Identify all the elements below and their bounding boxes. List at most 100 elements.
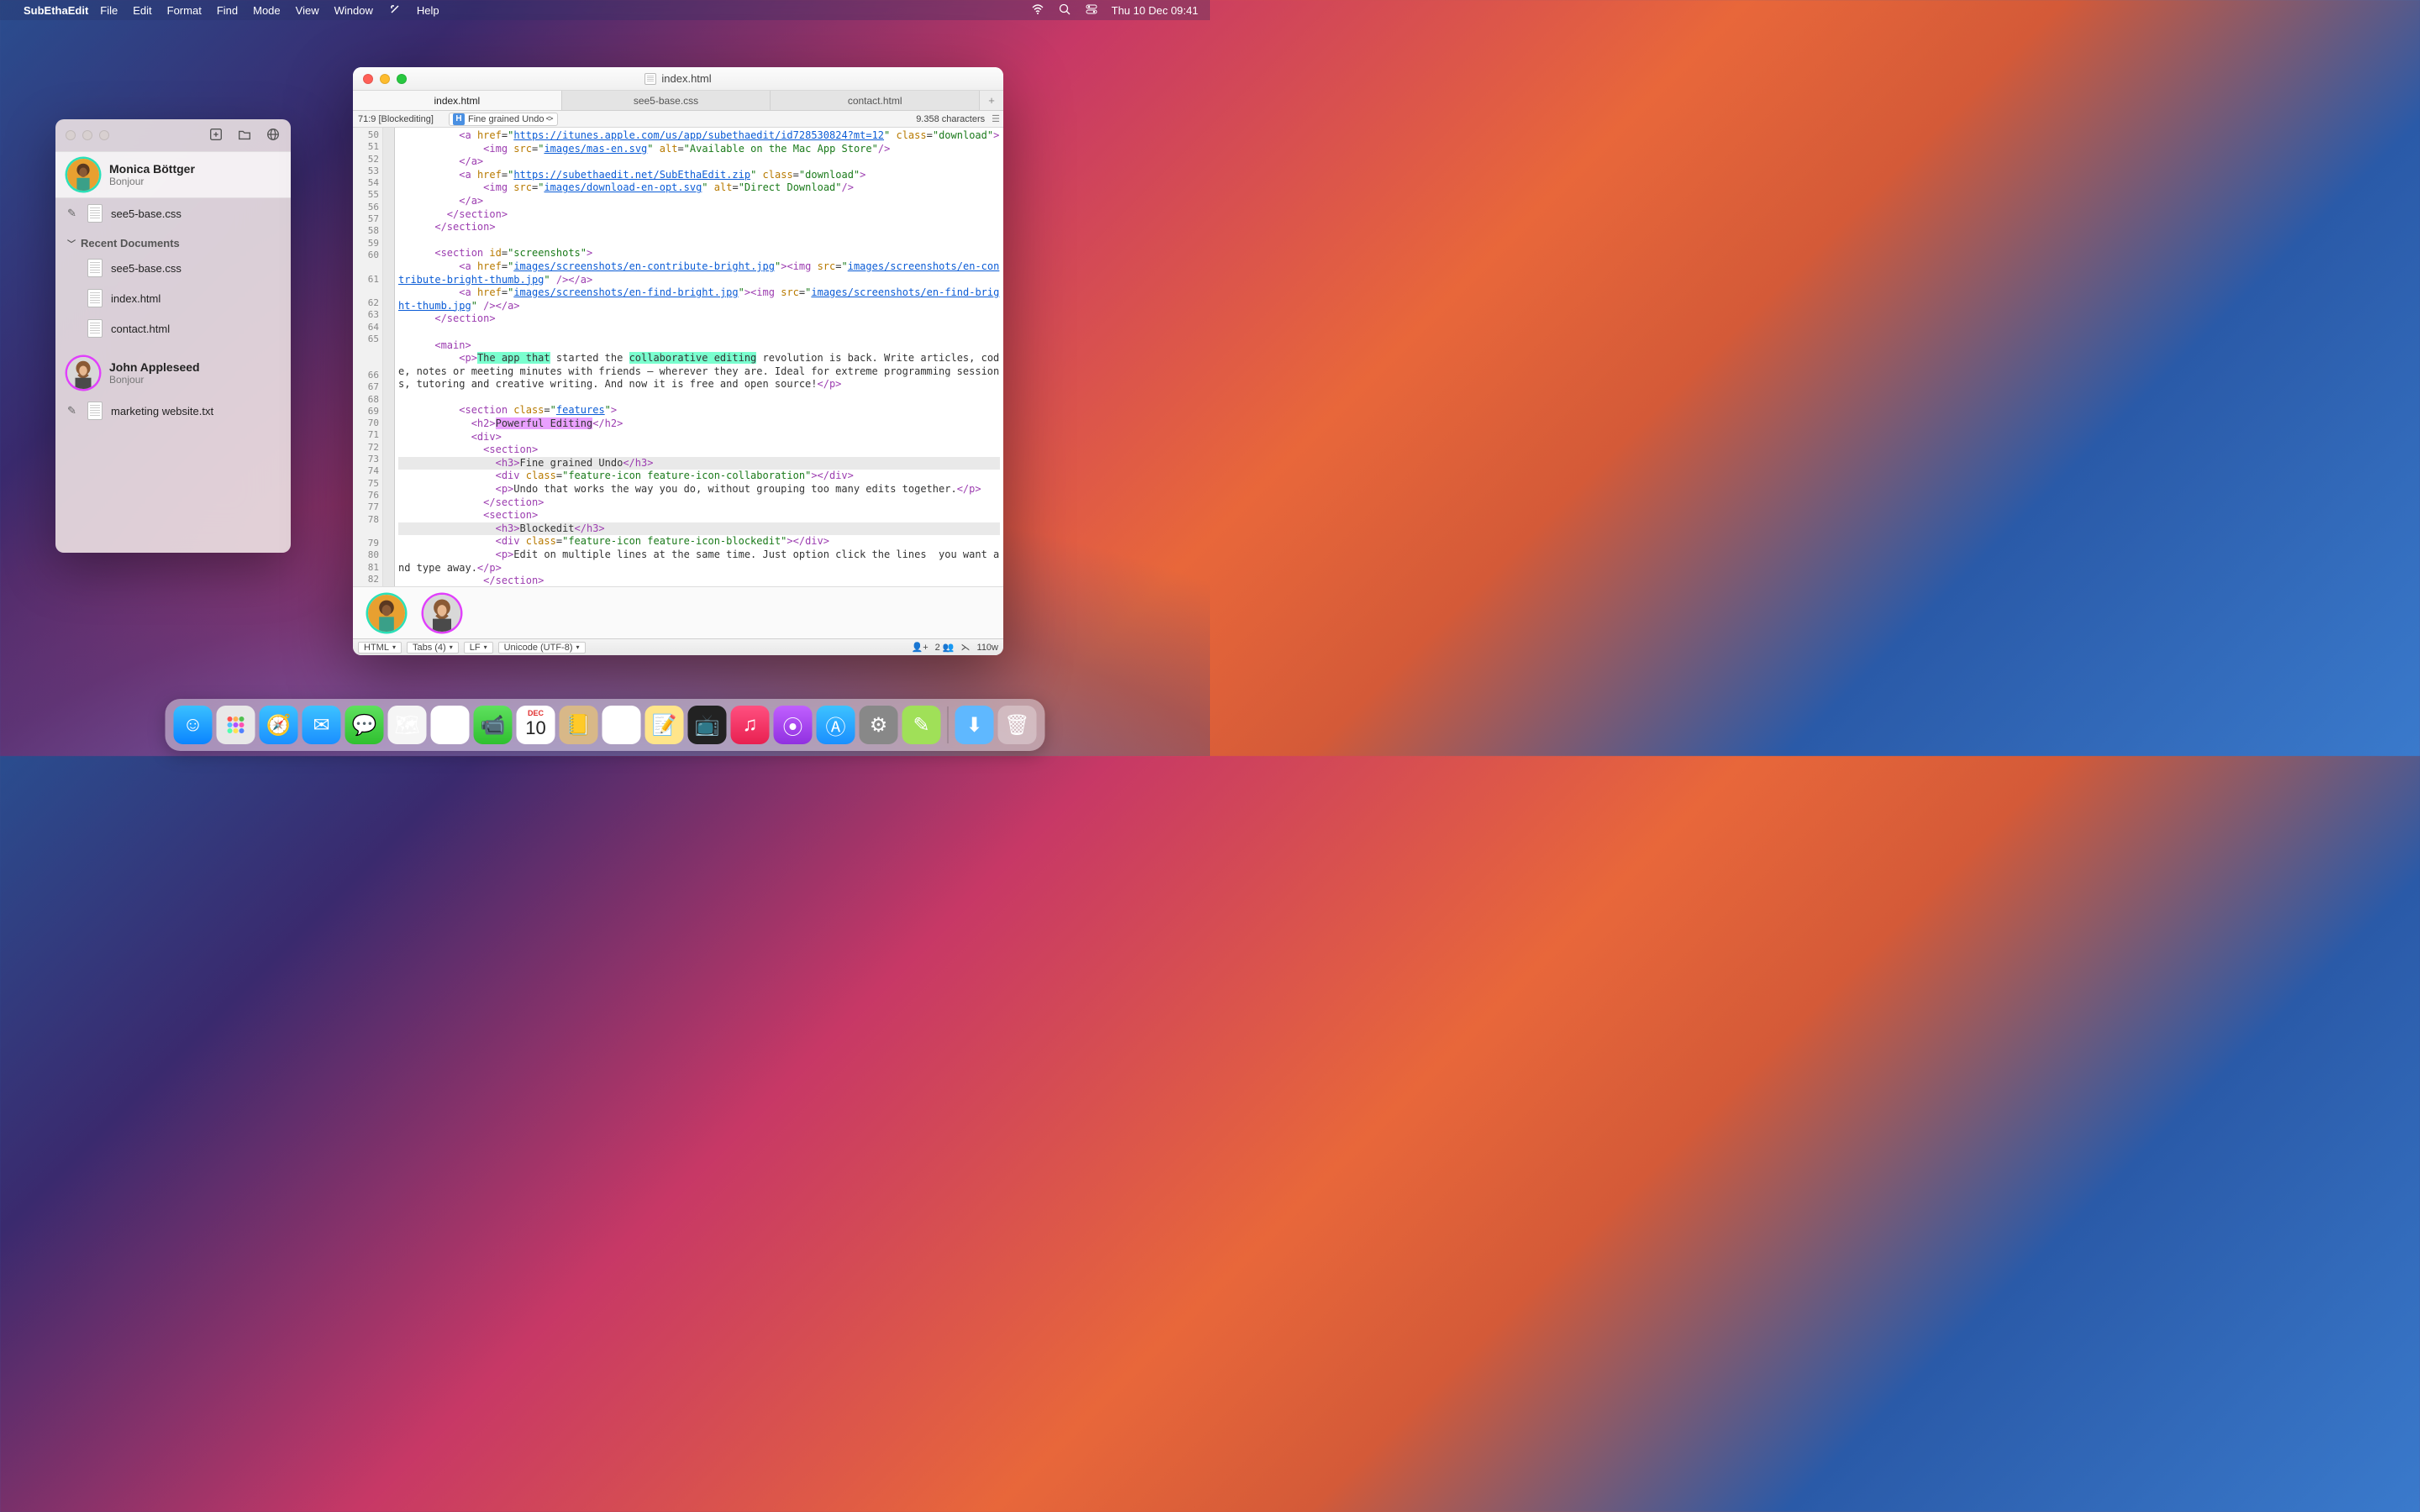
encoding-select[interactable]: Unicode (UTF-8)▾ <box>498 642 586 654</box>
user-row-john[interactable]: John Appleseed Bonjour <box>55 350 291 396</box>
user-count: 2 👥 <box>935 642 955 653</box>
file-icon <box>87 259 103 277</box>
spotlight-icon[interactable] <box>1058 3 1071 18</box>
dock-photos[interactable]: 🏵 <box>431 706 470 744</box>
dock-messages[interactable]: 💬 <box>345 706 384 744</box>
window-title: index.html <box>353 72 1003 85</box>
file-label: see5-base.css <box>111 262 182 275</box>
tab-contact[interactable]: contact.html <box>771 91 980 110</box>
dock-notes[interactable]: 📝 <box>645 706 684 744</box>
dock-music[interactable]: ♫ <box>731 706 770 744</box>
dock-mail[interactable]: ✉︎ <box>302 706 341 744</box>
lang-select[interactable]: HTML▾ <box>358 642 402 654</box>
char-count: 9.358 characters <box>916 114 985 124</box>
menu-mode[interactable]: Mode <box>253 4 281 17</box>
app-name[interactable]: SubEthaEdit <box>24 4 88 17</box>
menu-view[interactable]: View <box>296 4 319 17</box>
file-icon <box>87 289 103 307</box>
user-name: John Appleseed <box>109 360 200 374</box>
dock-tv[interactable]: 📺 <box>688 706 727 744</box>
menu-format[interactable]: Format <box>167 4 202 17</box>
participants-bar <box>353 586 1003 638</box>
menu-find[interactable]: Find <box>217 4 238 17</box>
chevron-down-icon: ﹀ <box>67 237 76 249</box>
file-label: marketing website.txt <box>111 405 213 417</box>
line-gutter: 50 51 52 53 54 55 56 57 58 59 60 61 62 6… <box>353 128 383 586</box>
file-label: see5-base.css <box>111 207 182 220</box>
see-icon[interactable] <box>388 3 402 18</box>
file-icon <box>87 319 103 338</box>
user-row-monica[interactable]: Monica Böttger Bonjour <box>55 151 291 198</box>
participant-avatar[interactable] <box>424 595 460 632</box>
dock-podcasts[interactable]: ⦿ <box>774 706 813 744</box>
fold-gutter[interactable] <box>383 128 395 586</box>
clock[interactable]: Thu 10 Dec 09:41 <box>1112 4 1198 17</box>
invite-button[interactable]: 👤+ <box>912 642 929 653</box>
editor-window: index.html index.html see5-base.css cont… <box>353 67 1003 655</box>
recent-file-row[interactable]: contact.html <box>55 313 291 344</box>
dock-reminders[interactable]: ☑︎ <box>602 706 641 744</box>
file-icon <box>87 204 103 223</box>
wifi-icon[interactable] <box>1031 3 1044 18</box>
dock-trash[interactable]: 🗑 <box>998 706 1037 744</box>
cursor-position: 71:9 [Blockediting] <box>358 114 442 124</box>
dock-subethaedit[interactable]: ✎ <box>902 706 941 744</box>
file-label: contact.html <box>111 323 170 335</box>
user-sub: Bonjour <box>109 374 200 386</box>
folder-icon[interactable] <box>237 127 252 144</box>
dock: ☺ 🧭 ✉︎ 💬 🗺 🏵 📹 DEC10 📒 ☑︎ 📝 📺 ♫ ⦿ Ⓐ ⚙︎ ✎… <box>166 699 1045 751</box>
menu-file[interactable]: File <box>100 4 118 17</box>
control-center-icon[interactable] <box>1085 3 1098 18</box>
shared-file-row[interactable]: ✎ marketing website.txt <box>55 396 291 426</box>
collab-titlebar <box>55 119 291 151</box>
dock-safari[interactable]: 🧭 <box>260 706 298 744</box>
editor-titlebar[interactable]: index.html <box>353 67 1003 91</box>
wrap-width: 110w <box>977 643 998 653</box>
pencil-icon: ✎ <box>67 404 79 417</box>
code-editor[interactable]: 50 51 52 53 54 55 56 57 58 59 60 61 62 6… <box>353 128 1003 586</box>
recent-label: Recent Documents <box>81 237 180 249</box>
user-sub: Bonjour <box>109 176 195 187</box>
code-text[interactable]: <a href="https://itunes.apple.com/us/app… <box>395 128 1003 586</box>
shared-file-row[interactable]: ✎ see5-base.css <box>55 198 291 228</box>
new-doc-icon[interactable] <box>208 127 224 144</box>
pencil-icon: ✎ <box>67 207 79 220</box>
menubar: SubEthaEdit File Edit Format Find Mode V… <box>0 0 1210 20</box>
dock-maps[interactable]: 🗺 <box>388 706 427 744</box>
tabs-select[interactable]: Tabs (4)▾ <box>407 642 459 654</box>
recent-file-row[interactable]: index.html <box>55 283 291 313</box>
traffic-lights[interactable] <box>66 130 109 140</box>
globe-icon[interactable] <box>266 127 281 144</box>
dock-preferences[interactable]: ⚙︎ <box>860 706 898 744</box>
dock-appstore[interactable]: Ⓐ <box>817 706 855 744</box>
recent-docs-header[interactable]: ﹀ Recent Documents <box>55 228 291 253</box>
file-label: index.html <box>111 292 160 305</box>
user-name: Monica Böttger <box>109 162 195 176</box>
menu-window[interactable]: Window <box>334 4 373 17</box>
tab-bar: index.html see5-base.css contact.html + <box>353 91 1003 111</box>
tab-add-button[interactable]: + <box>980 91 1003 110</box>
dock-calendar[interactable]: DEC10 <box>517 706 555 744</box>
dock-facetime[interactable]: 📹 <box>474 706 513 744</box>
dock-launchpad[interactable] <box>217 706 255 744</box>
recent-file-row[interactable]: see5-base.css <box>55 253 291 283</box>
dock-downloads[interactable]: ⬇︎ <box>955 706 994 744</box>
split-toggle-icon[interactable]: ☰ <box>992 113 998 124</box>
menu-help[interactable]: Help <box>417 4 439 17</box>
collaboration-panel: Monica Böttger Bonjour ✎ see5-base.css ﹀… <box>55 119 291 553</box>
lineending-select[interactable]: LF▾ <box>464 642 493 654</box>
status-bar-top: 71:9 [Blockediting] HFine grained Undo ︿… <box>353 111 1003 128</box>
doc-icon <box>644 73 656 85</box>
symbol-popup[interactable]: HFine grained Undo ︿﹀ <box>449 113 558 126</box>
tab-index[interactable]: index.html <box>353 91 562 110</box>
dock-contacts[interactable]: 📒 <box>560 706 598 744</box>
avatar <box>67 357 99 389</box>
file-icon <box>87 402 103 420</box>
announce-icon[interactable]: ⋋ <box>961 642 971 653</box>
tab-css[interactable]: see5-base.css <box>562 91 771 110</box>
participant-avatar[interactable] <box>368 595 405 632</box>
dock-finder[interactable]: ☺ <box>174 706 213 744</box>
avatar <box>67 159 99 191</box>
menu-edit[interactable]: Edit <box>133 4 151 17</box>
status-bar-bottom: HTML▾ Tabs (4)▾ LF▾ Unicode (UTF-8)▾ 👤+ … <box>353 638 1003 655</box>
